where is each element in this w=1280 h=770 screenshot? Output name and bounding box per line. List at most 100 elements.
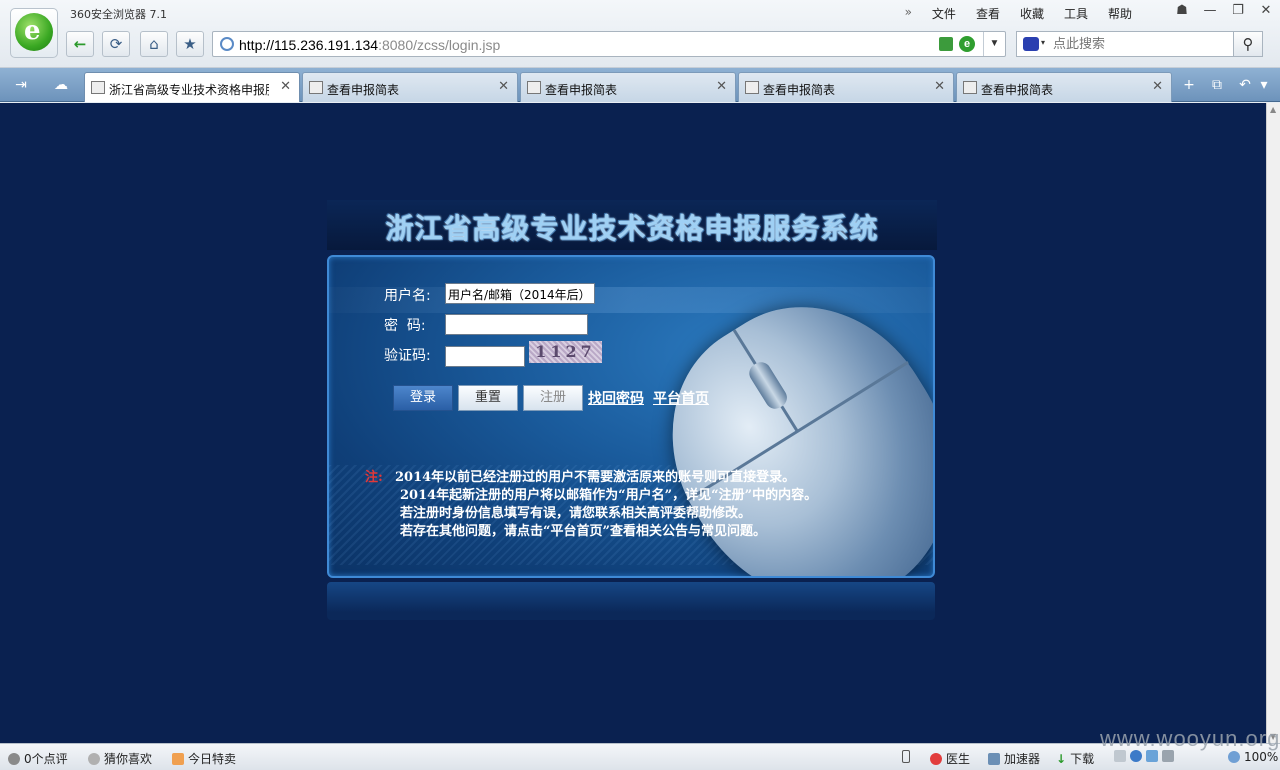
restore-button[interactable]: ❐ (1224, 0, 1252, 22)
sidebar-toggle-icon[interactable]: ⇥ (8, 74, 34, 96)
back-button[interactable]: ← (66, 31, 94, 57)
search-box[interactable]: ▾ (1016, 31, 1234, 57)
password-label: 密 码: (384, 318, 426, 334)
download-item[interactable]: ↓ 下载 (1056, 750, 1094, 767)
login-button[interactable]: 登录 (393, 385, 453, 411)
tab-summary-1[interactable]: 查看申报简表 ✕ (302, 72, 518, 102)
tab-close-icon[interactable]: ✕ (498, 79, 509, 94)
system-title-banner: 浙江省高级专业技术资格申报服务系统 (327, 200, 937, 250)
page-favicon-icon (91, 81, 105, 94)
tab-label: 查看申报简表 (763, 83, 836, 97)
menu-tools[interactable]: 工具 (1054, 5, 1098, 22)
url-dropdown-icon[interactable]: ▼ (983, 32, 1005, 56)
address-bar[interactable]: http://115.236.191.134:8080/zcss/login.j… (212, 31, 1006, 57)
browser-titlebar: e 360安全浏览器 7.1 » 文件 查看 收藏 工具 帮助 ☗ — ❐ ✕ … (0, 0, 1280, 68)
reset-button[interactable]: 重置 (458, 385, 518, 411)
page-favicon-icon (963, 81, 977, 94)
menu-view[interactable]: 查看 (966, 5, 1010, 22)
menu-favorites[interactable]: 收藏 (1010, 5, 1054, 22)
doctor-item[interactable]: 医生 (930, 750, 970, 767)
zoom-level: 100% (1244, 750, 1279, 764)
password-input[interactable] (445, 314, 588, 335)
guess-you-like-item[interactable]: 猜你喜欢 (88, 750, 152, 767)
browser-logo[interactable]: e (10, 8, 58, 58)
username-input[interactable]: 用户名/邮箱（2014年后） (445, 283, 595, 304)
daily-deals-item[interactable]: 今日特卖 (172, 750, 236, 767)
baidu-paw-icon[interactable] (1023, 37, 1039, 51)
new-tab-icon[interactable]: + (1176, 74, 1202, 96)
tab-summary-4[interactable]: 查看申报简表 ✕ (956, 72, 1172, 102)
refresh-icon: ⟳ (109, 35, 123, 53)
note-marker: 注: (365, 470, 383, 485)
system-title: 浙江省高级专业技术资格申报服务系统 (385, 212, 879, 245)
tab-close-icon[interactable]: ✕ (1152, 79, 1163, 94)
comment-icon (8, 752, 20, 765)
refresh-button[interactable]: ⟳ (102, 31, 130, 57)
download-label: 下载 (1070, 752, 1095, 766)
tab-close-icon[interactable]: ✕ (716, 79, 727, 94)
close-window-button[interactable]: ✕ (1252, 0, 1280, 22)
home-button[interactable]: ⌂ (140, 31, 168, 57)
register-button[interactable]: 注册 (523, 385, 583, 411)
tab-summary-2[interactable]: 查看申报简表 ✕ (520, 72, 736, 102)
ie-mode-icon[interactable]: e (959, 36, 975, 52)
url-path: :8080/zcss/login.jsp (378, 37, 501, 53)
menu-help[interactable]: 帮助 (1098, 5, 1142, 22)
minimize-button[interactable]: — (1196, 0, 1224, 22)
search-input[interactable] (1053, 35, 1229, 53)
download-arrow-icon: ↓ (1056, 751, 1067, 766)
tab-label: 查看申报简表 (327, 83, 400, 97)
doctor-icon (930, 752, 942, 765)
username-label: 用户名: (384, 288, 431, 304)
tab-bar: ⇥ ☁ 浙江省高级专业技术资格申报服务系统 ✕ 查看申报简表 ✕ 查看申报简表 … (0, 68, 1280, 102)
menu-file[interactable]: 文件 (922, 5, 966, 22)
status-bar: 0个点评 猜你喜欢 今日特卖 医生 加速器 ↓ 下载 100% (0, 743, 1280, 770)
accelerator-item[interactable]: 加速器 (988, 750, 1040, 767)
comments-item[interactable]: 0个点评 (8, 750, 68, 767)
captcha-label: 验证码: (384, 348, 431, 364)
scroll-up-icon[interactable]: ▲ (1270, 105, 1276, 114)
globe-icon (220, 37, 234, 51)
note-line-3: 若注册时身份信息填写有误，请您联系相关高评委帮助修改。 (400, 506, 752, 521)
star-icon: ★ (183, 35, 197, 53)
app-title: 360安全浏览器 7.1 (70, 8, 167, 21)
search-icon: ⚲ (1242, 35, 1254, 53)
tab-menu-icon[interactable]: ▾ (1254, 74, 1274, 96)
page-favicon-icon (527, 81, 541, 94)
tab-summary-3[interactable]: 查看申报简表 ✕ (738, 72, 954, 102)
vertical-scrollbar[interactable]: ▲ ▼ (1266, 103, 1280, 743)
tab-label: 查看申报简表 (981, 83, 1054, 97)
favorite-button[interactable]: ★ (176, 31, 204, 57)
doctor-label: 医生 (946, 752, 971, 766)
comments-label: 0个点评 (24, 752, 68, 766)
home-icon: ⌂ (149, 35, 159, 53)
rocket-icon (988, 752, 1000, 765)
tab-close-icon[interactable]: ✕ (934, 79, 945, 94)
menu-more-icon[interactable]: » (895, 5, 922, 22)
search-engine-dropdown-icon[interactable]: ▾ (1041, 38, 1045, 47)
skin-icon[interactable]: ☗ (1168, 0, 1196, 22)
guess-icon (88, 752, 100, 765)
forgot-password-link[interactable]: 找回密码 (588, 388, 644, 408)
watermark: www.wooyun.org (1100, 726, 1280, 751)
tab-login[interactable]: 浙江省高级专业技术资格申报服务系统 ✕ (84, 72, 300, 102)
mobile-item[interactable] (902, 750, 910, 763)
tab-close-icon[interactable]: ✕ (280, 79, 291, 94)
zoom-icon (1228, 751, 1240, 763)
platform-home-link[interactable]: 平台首页 (653, 388, 709, 408)
zoom-item[interactable]: 100% (1228, 750, 1278, 764)
panel-reflection (327, 582, 935, 620)
captcha-input[interactable] (445, 346, 525, 367)
tab-label: 查看申报简表 (545, 83, 618, 97)
captcha-image[interactable]: 1127 (529, 341, 602, 363)
e-logo-icon: e (24, 16, 41, 46)
menu-bar: » 文件 查看 收藏 工具 帮助 (895, 5, 1142, 22)
search-button[interactable]: ⚲ (1233, 31, 1263, 57)
gift-icon (172, 752, 184, 765)
deals-label: 今日特卖 (188, 752, 237, 766)
address-url[interactable]: http://115.236.191.134:8080/zcss/login.j… (239, 37, 500, 53)
mouse-wheel (745, 358, 791, 413)
qr-code-icon[interactable] (939, 37, 953, 51)
restore-tabs-icon[interactable]: ⧉ (1204, 74, 1230, 96)
cloud-icon[interactable]: ☁ (48, 74, 74, 96)
